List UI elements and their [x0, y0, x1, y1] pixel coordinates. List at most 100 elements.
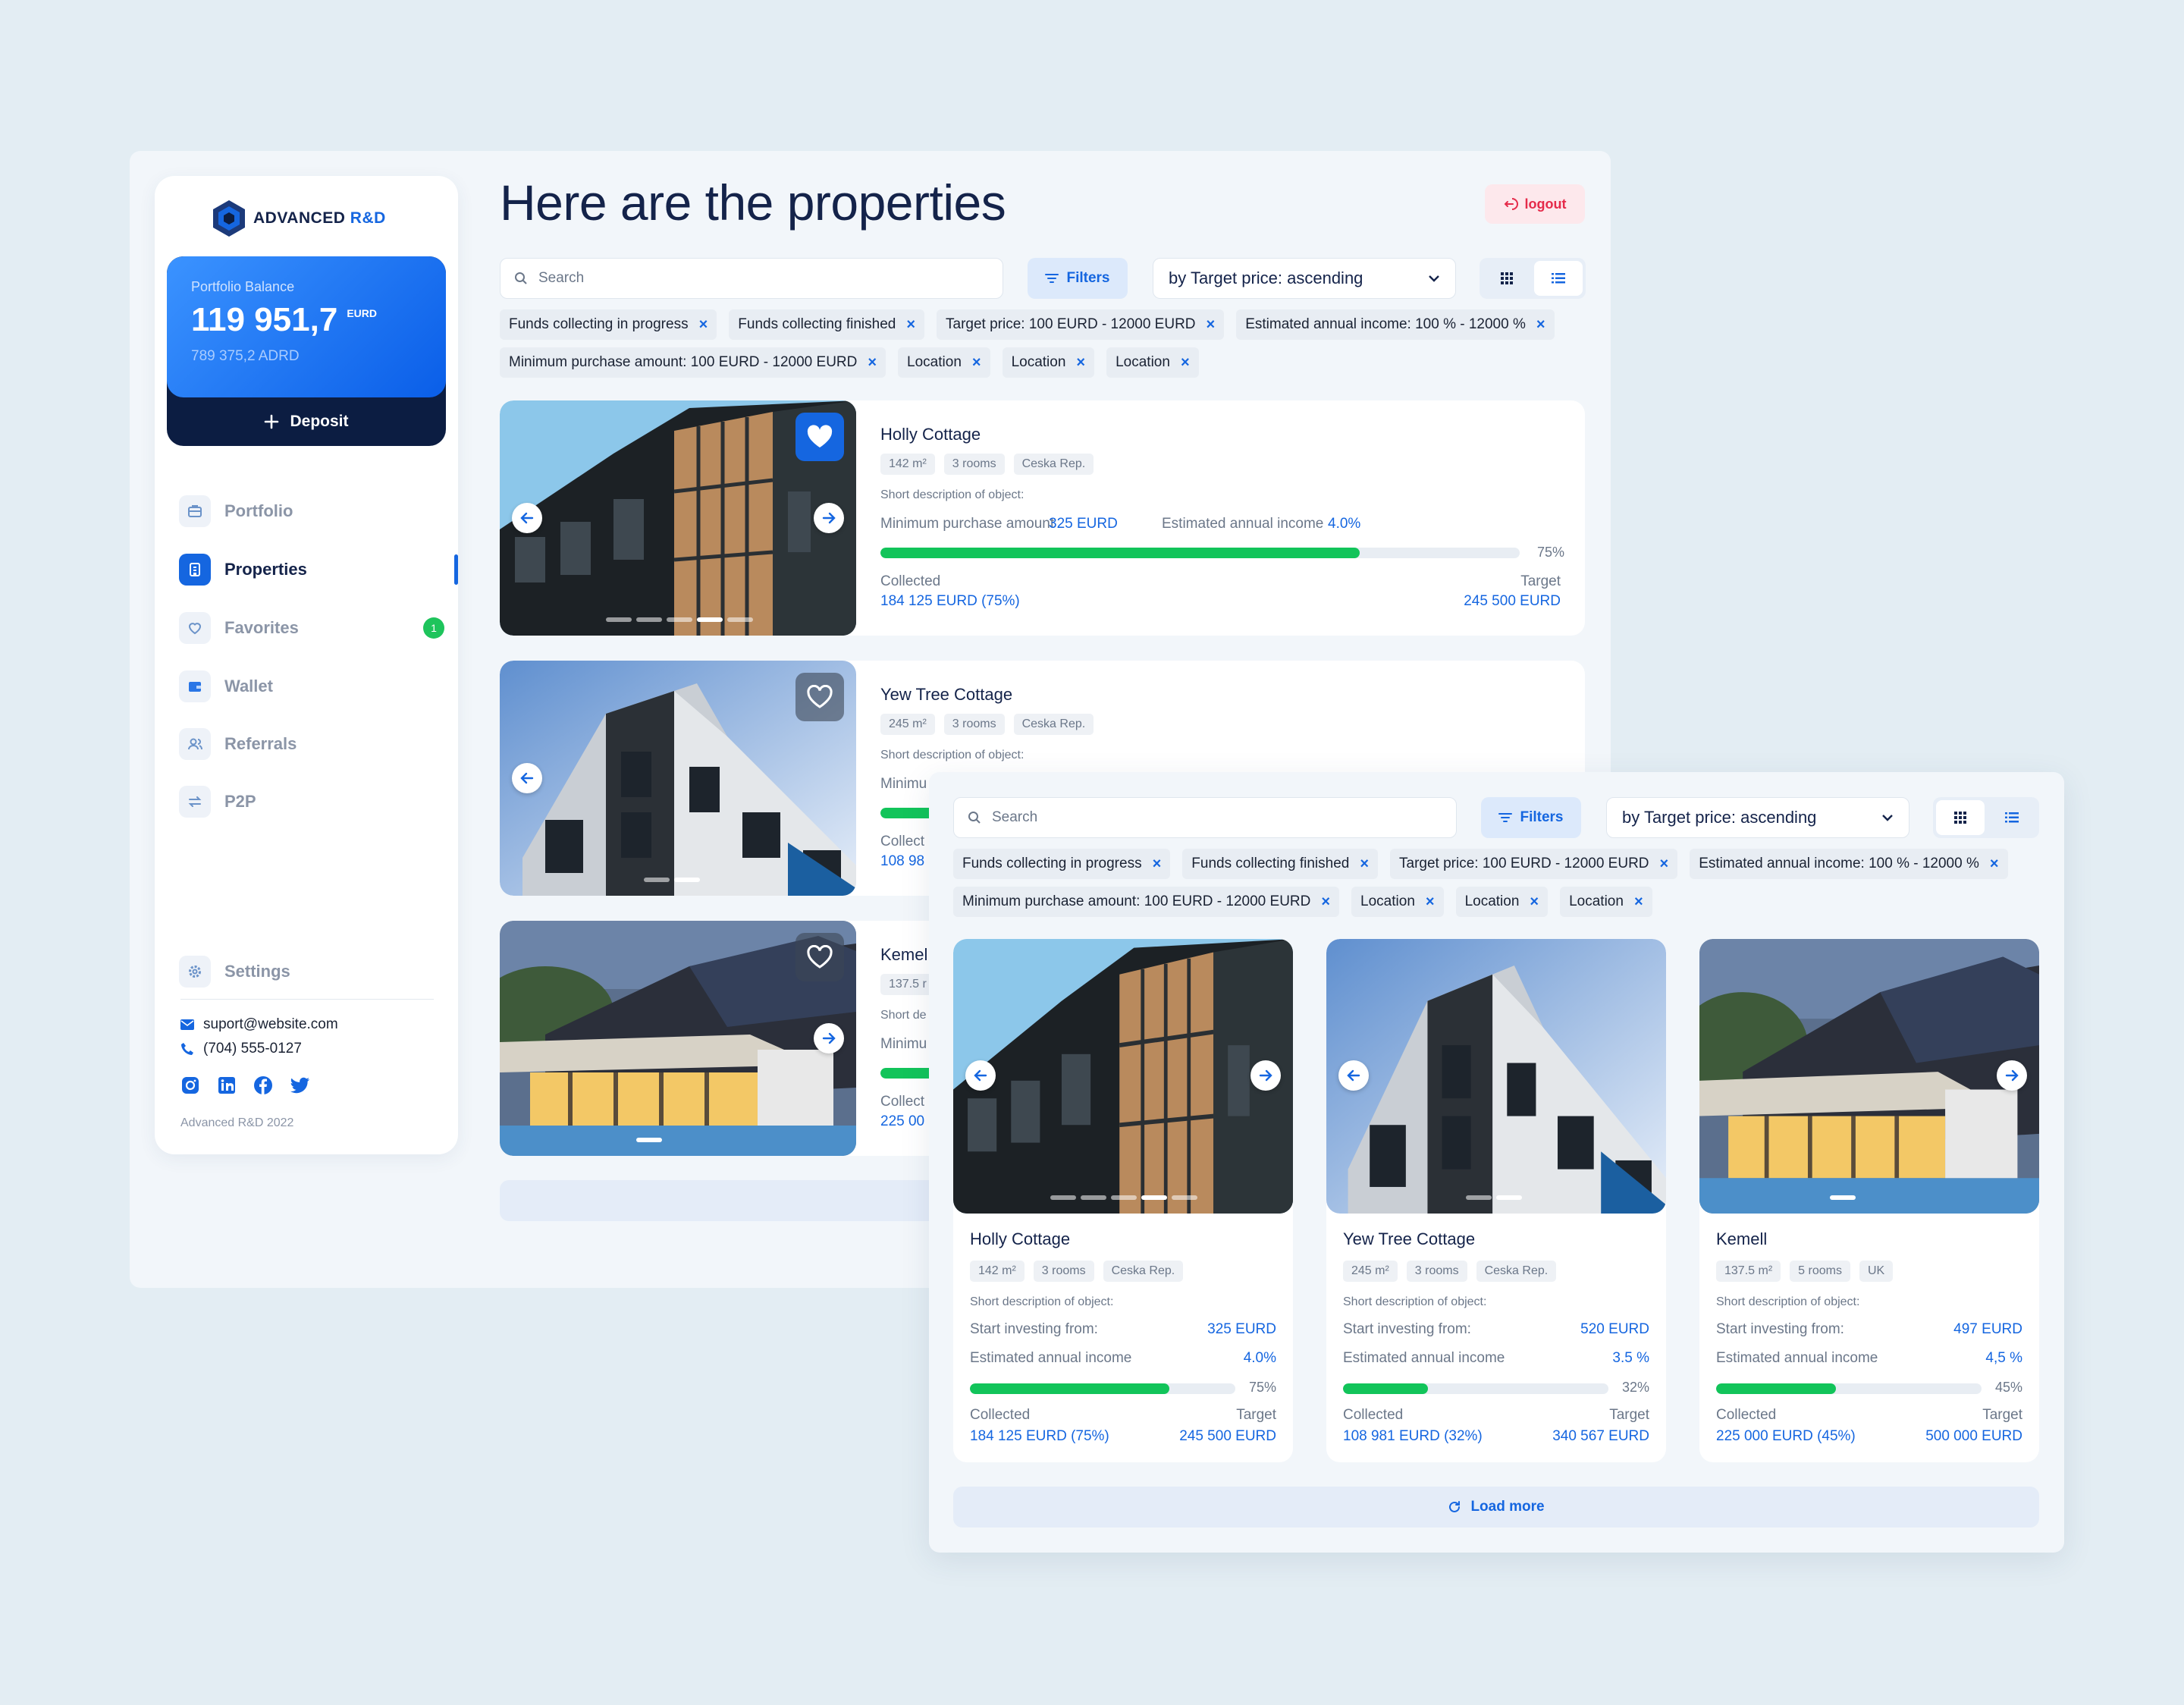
tag-location: UK [1859, 1261, 1894, 1282]
load-more-button[interactable]: Load more [953, 1487, 2039, 1528]
property-card[interactable]: Holly Cottage 142 m² 3 rooms Ceska Rep. … [500, 400, 1585, 636]
social-links [180, 1075, 311, 1095]
linkedin-icon[interactable] [217, 1075, 237, 1095]
short-description-label: Short description of object: [970, 1295, 1114, 1308]
filter-chip[interactable]: Location × [1560, 887, 1652, 917]
deposit-button[interactable]: Deposit [167, 397, 446, 446]
collected-label: Collected [970, 1407, 1031, 1423]
annual-income-label: Estimated annual income [1162, 516, 1324, 532]
filter-chip[interactable]: Target price: 100 EURD - 12000 EURD × [1390, 849, 1678, 879]
close-icon[interactable]: × [1076, 354, 1085, 372]
tag-area: 142 m² [880, 454, 935, 475]
close-icon[interactable]: × [1536, 316, 1545, 334]
sidebar-item-wallet[interactable]: Wallet [179, 670, 458, 703]
tag-rooms: 3 rooms [1033, 1261, 1094, 1282]
prev-photo-button[interactable] [1338, 1060, 1369, 1091]
close-icon[interactable]: × [1426, 893, 1435, 911]
tag-rooms: 3 rooms [1406, 1261, 1467, 1282]
close-icon[interactable]: × [906, 316, 915, 334]
search-placeholder: Search [992, 809, 1038, 825]
next-photo-button[interactable] [814, 503, 844, 533]
close-icon[interactable]: × [1207, 316, 1216, 334]
sidebar-item-properties[interactable]: Properties [179, 553, 458, 586]
logout-button[interactable]: logout [1485, 184, 1585, 224]
filters-button[interactable]: Filters [1028, 258, 1128, 299]
search-icon [968, 812, 981, 824]
filter-chip[interactable]: Funds collecting in progress × [500, 309, 717, 340]
tag-location: Ceska Rep. [1476, 1261, 1557, 1282]
filter-chip[interactable]: Funds collecting in progress × [953, 849, 1171, 879]
collected-value: 184 125 EURD (75%) [970, 1428, 1109, 1444]
filter-chip[interactable]: Location × [1455, 887, 1549, 917]
sidebar-item-settings[interactable]: Settings [179, 955, 458, 988]
support-phone[interactable]: (704) 555-0127 [180, 1041, 302, 1057]
prev-photo-button[interactable] [965, 1060, 996, 1091]
support-email[interactable]: suport@website.com [180, 1016, 338, 1033]
close-icon[interactable]: × [1153, 856, 1162, 873]
search-icon [515, 272, 527, 284]
sidebar-item-referrals[interactable]: Referrals [179, 727, 458, 761]
favorite-button[interactable] [795, 673, 844, 721]
close-icon[interactable]: × [1181, 354, 1190, 372]
grid-view-button[interactable] [1483, 261, 1531, 296]
search-input[interactable]: Search [500, 258, 1003, 299]
close-icon[interactable]: × [1360, 856, 1369, 873]
plus-icon [265, 414, 279, 429]
close-icon[interactable]: × [1990, 856, 1999, 873]
close-icon[interactable]: × [868, 354, 877, 372]
property-photo [500, 400, 856, 636]
property-card[interactable]: Kemell 137.5 m² 5 rooms UK Short descrip… [1699, 939, 2039, 1462]
next-photo-button[interactable] [1997, 1060, 2027, 1091]
tag-location: Ceska Rep. [1013, 454, 1094, 475]
list-view-button[interactable] [1534, 261, 1583, 296]
filter-chip[interactable]: Funds collecting finished × [1182, 849, 1379, 879]
sort-select[interactable]: by Target price: ascending [1606, 797, 1909, 838]
search-input[interactable]: Search [953, 797, 1457, 838]
close-icon[interactable]: × [1321, 893, 1330, 911]
next-photo-button[interactable] [1250, 1060, 1281, 1091]
collected-label: Collected [880, 573, 941, 589]
close-icon[interactable]: × [1660, 856, 1669, 873]
close-icon[interactable]: × [972, 354, 981, 372]
filter-chip[interactable]: Location × [1351, 887, 1444, 917]
facebook-icon[interactable] [253, 1075, 273, 1095]
next-photo-button[interactable] [814, 1023, 844, 1053]
grid-icon [1501, 272, 1513, 284]
instagram-icon[interactable] [180, 1075, 200, 1095]
filter-chip[interactable]: Minimum purchase amount: 100 EURD - 1200… [500, 347, 886, 378]
close-icon[interactable]: × [699, 316, 708, 334]
grid-view-button[interactable] [1936, 800, 1985, 835]
property-card[interactable]: Holly Cottage 142 m² 3 rooms Ceska Rep. … [953, 939, 1293, 1462]
sidebar-item-p2p[interactable]: P2P [179, 785, 458, 818]
favorite-button[interactable] [795, 933, 844, 981]
filter-chip[interactable]: Estimated annual income: 100 % - 12000 %… [1690, 849, 2008, 879]
brand-logo[interactable]: ADVANCED R&D [211, 199, 386, 238]
tag-rooms: 5 rooms [1790, 1261, 1850, 1282]
grid-icon [1954, 812, 1966, 824]
sidebar-item-portfolio[interactable]: Portfolio [179, 495, 458, 528]
close-icon[interactable]: × [1634, 893, 1643, 911]
prev-photo-button[interactable] [512, 763, 542, 793]
close-icon[interactable]: × [1530, 893, 1539, 911]
sidebar-item-favorites[interactable]: Favorites 1 [179, 611, 458, 645]
balance-value: 119 951,7 [191, 301, 338, 338]
property-card[interactable]: Yew Tree Cottage 245 m² 3 rooms Ceska Re… [1326, 939, 1666, 1462]
logout-icon [1504, 198, 1518, 210]
filter-chip[interactable]: Location × [898, 347, 990, 378]
filter-chip[interactable]: Target price: 100 EURD - 12000 EURD × [937, 309, 1225, 340]
twitter-icon[interactable] [290, 1075, 311, 1095]
prev-photo-button[interactable] [512, 503, 542, 533]
property-tags: 142 m² 3 rooms Ceska Rep. [970, 1261, 1184, 1282]
list-view-button[interactable] [1988, 800, 2036, 835]
favorite-button[interactable] [795, 413, 844, 461]
filter-chip[interactable]: Funds collecting finished × [729, 309, 925, 340]
filter-chip[interactable]: Minimum purchase amount: 100 EURD - 1200… [953, 887, 1340, 917]
favorites-count-badge: 1 [423, 617, 444, 639]
filters-button[interactable]: Filters [1481, 797, 1581, 838]
swap-icon [179, 786, 211, 818]
filter-chip[interactable]: Location × [1002, 347, 1095, 378]
filter-chip[interactable]: Location × [1106, 347, 1199, 378]
filter-icon [1045, 274, 1059, 283]
filter-chip[interactable]: Estimated annual income: 100 % - 12000 %… [1236, 309, 1555, 340]
sort-select[interactable]: by Target price: ascending [1153, 258, 1456, 299]
